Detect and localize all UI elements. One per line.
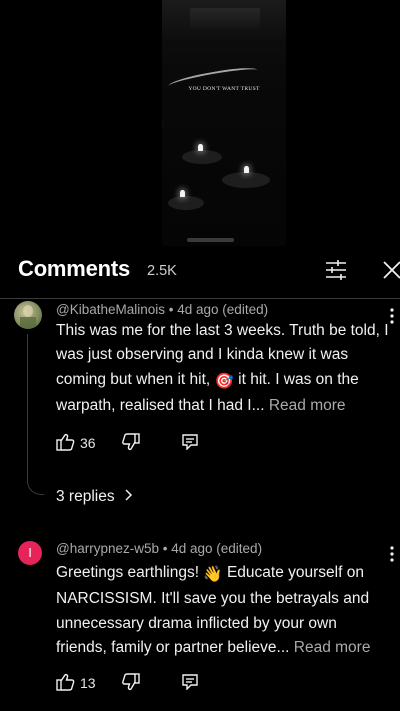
comments-count: 2.5K xyxy=(147,263,177,279)
video-table xyxy=(168,196,204,210)
close-icon[interactable] xyxy=(381,259,400,281)
reply-icon[interactable] xyxy=(182,434,198,451)
video-lamp xyxy=(180,190,185,197)
comment-author[interactable]: @KibatheMalinois xyxy=(56,302,165,317)
like-count: 13 xyxy=(80,675,96,691)
comment-meta: @harrypnez-w5b • 4d ago (edited) xyxy=(56,541,262,556)
comment-meta: @KibatheMalinois • 4d ago (edited) xyxy=(56,302,268,317)
comment-time: 4d ago (edited) xyxy=(171,541,263,556)
comment-time: 4d ago (edited) xyxy=(177,302,269,317)
meta-separator: • xyxy=(162,541,172,556)
like-button[interactable] xyxy=(56,433,75,451)
dislike-button[interactable] xyxy=(122,673,140,691)
meta-separator: • xyxy=(168,302,178,317)
video-player[interactable]: YOU DON'T WANT TRUST xyxy=(0,0,400,252)
like-button[interactable] xyxy=(56,673,75,691)
dislike-button[interactable] xyxy=(122,433,140,451)
read-more-link[interactable]: Read more xyxy=(269,397,346,414)
more-options-icon[interactable] xyxy=(389,306,395,326)
chevron-right-icon xyxy=(125,488,133,506)
comment-body: Greetings earthlings! 👋 Educate yourself… xyxy=(56,561,389,660)
filter-icon[interactable] xyxy=(324,259,348,281)
read-more-link[interactable]: Read more xyxy=(294,639,371,656)
replies-label: 3 replies xyxy=(56,488,115,505)
video-table xyxy=(182,150,222,164)
comments-title: Comments xyxy=(18,256,131,281)
reply-icon[interactable] xyxy=(182,674,198,691)
reply-thread-line xyxy=(27,334,44,495)
avatar[interactable] xyxy=(14,301,42,329)
video-drag-handle[interactable] xyxy=(187,238,234,242)
video-skyline xyxy=(190,8,260,28)
video-caption: YOU DON'T WANT TRUST xyxy=(188,86,260,92)
comment-body: This was me for the last 3 weeks. Truth … xyxy=(56,319,389,418)
more-options-icon[interactable] xyxy=(389,544,395,564)
video-table xyxy=(222,172,270,188)
avatar[interactable]: I xyxy=(18,541,42,565)
video-lamp xyxy=(244,166,249,173)
waving-hand-emoji: 👋 xyxy=(203,566,223,583)
like-count: 36 xyxy=(80,435,96,451)
comment-author[interactable]: @harrypnez-w5b xyxy=(56,541,159,556)
video-lamp xyxy=(198,144,203,151)
view-replies-button[interactable]: 3 replies xyxy=(56,488,133,506)
header-divider xyxy=(0,298,400,299)
target-emoji: 🎯 xyxy=(214,372,234,390)
comment-text: Greetings earthlings! xyxy=(56,564,204,581)
video-frame: YOU DON'T WANT TRUST xyxy=(162,0,286,246)
